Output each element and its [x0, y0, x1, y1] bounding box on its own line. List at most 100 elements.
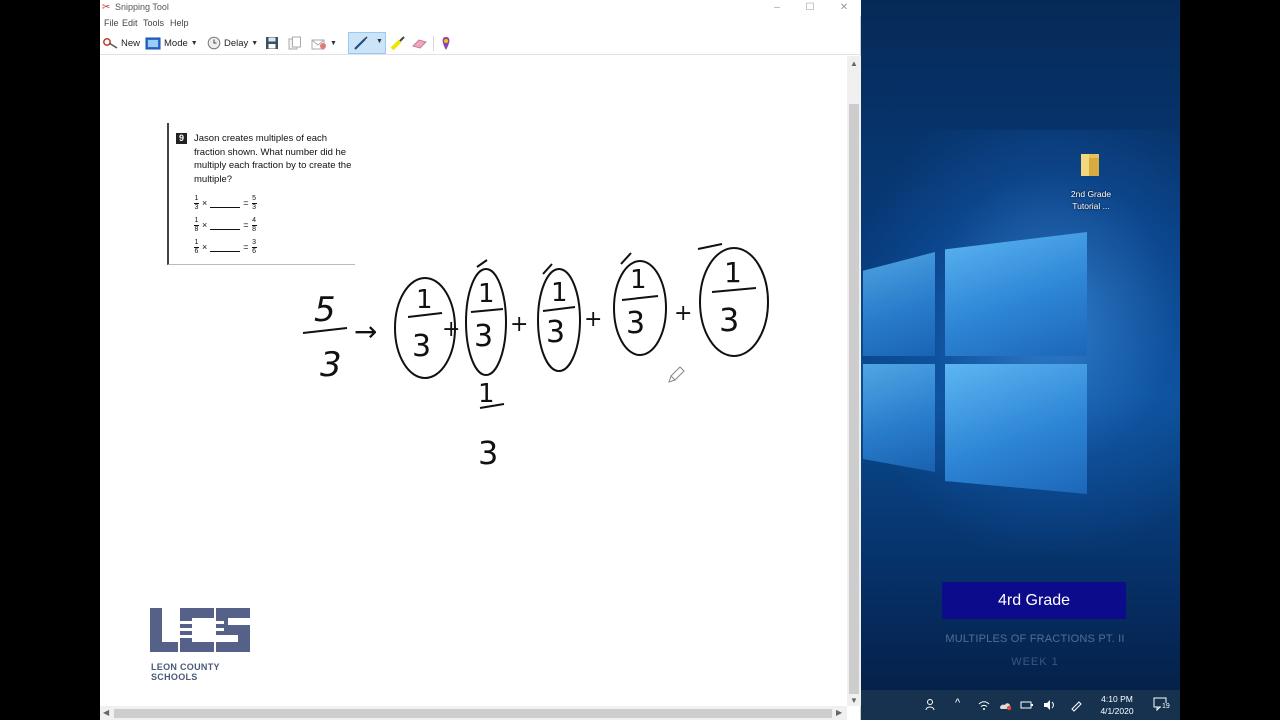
hw-one: 1: [416, 285, 433, 315]
highlighter-icon: [390, 35, 405, 50]
clock-date: 4/1/2020: [1100, 706, 1134, 716]
hw-result-num: 5: [314, 290, 336, 330]
vertical-scrollbar[interactable]: ▲ ▼: [847, 56, 861, 706]
folder-label[interactable]: 2nd Grade Tutorial ...: [1056, 188, 1126, 212]
mode-icon: [145, 37, 161, 49]
windows-logo-pane: [945, 232, 1087, 356]
hw-unit-num: 1: [478, 379, 495, 409]
mode-button[interactable]: Mode ▼: [145, 34, 198, 52]
new-label: New: [121, 37, 141, 49]
delay-dropdown-icon[interactable]: ▼: [251, 40, 258, 47]
windows-logo-pane: [863, 364, 935, 472]
battery-icon[interactable]: [1020, 698, 1034, 712]
screen: ✂ Snipping Tool – ☐ ✕ File Edit Tools He…: [0, 0, 1280, 720]
taskbar: ^ 4:10 PM 4/1/2020 19: [861, 690, 1180, 720]
folder-icon[interactable]: [1079, 152, 1101, 178]
hw-three: 3: [719, 301, 739, 339]
copy-button[interactable]: [288, 34, 302, 52]
windows-logo-pane: [945, 364, 1087, 494]
desktop: 2nd Grade Tutorial ... 4rd Grade MULTIPL…: [861, 0, 1180, 720]
scroll-up-icon[interactable]: ▲: [850, 59, 858, 68]
hw-three: 3: [474, 319, 493, 354]
hw-plus: +: [584, 307, 602, 332]
hw-plus: +: [510, 312, 528, 337]
lcs-logo-mark: [150, 608, 250, 652]
title-bar[interactable]: ✂ Snipping Tool – ☐ ✕: [100, 0, 861, 16]
copy-icon: [288, 36, 301, 50]
save-button[interactable]: [265, 34, 279, 52]
lesson-week: WEEK 1: [1011, 656, 1059, 668]
menu-bar: File Edit Tools Help: [100, 17, 861, 30]
menu-edit[interactable]: Edit: [122, 18, 138, 28]
menu-file[interactable]: File: [104, 18, 119, 28]
onedrive-icon[interactable]: [998, 698, 1012, 712]
hw-one: 1: [630, 265, 647, 295]
taskbar-clock[interactable]: 4:10 PM 4/1/2020: [1093, 693, 1141, 717]
send-dropdown-icon[interactable]: ▼: [330, 40, 337, 47]
wifi-icon[interactable]: [977, 698, 991, 712]
close-button[interactable]: ✕: [835, 1, 853, 14]
hw-bar: [621, 295, 659, 301]
lesson-subtitle: MULTIPLES OF FRACTIONS PT. II: [945, 633, 1125, 645]
scroll-down-icon[interactable]: ▼: [850, 696, 858, 705]
hw-one: 1: [724, 256, 742, 289]
scroll-left-icon[interactable]: ◀: [103, 708, 109, 717]
eraser-icon: [412, 38, 427, 49]
vertical-scroll-thumb[interactable]: [849, 104, 859, 694]
delay-label: Delay: [224, 37, 249, 49]
hw-three: 3: [626, 306, 645, 341]
hw-unit-den: 3: [478, 434, 498, 472]
highlighter-button[interactable]: [390, 34, 406, 52]
menu-tools[interactable]: Tools: [143, 18, 164, 28]
clock-icon: [207, 36, 221, 50]
snip-canvas[interactable]: 9 Jason creates multiples of each fracti…: [100, 56, 847, 706]
hw-one: 1: [551, 278, 568, 308]
pen-cursor-icon: [668, 366, 685, 383]
people-icon[interactable]: [924, 698, 938, 712]
pen-dropdown-icon[interactable]: ▼: [376, 38, 383, 45]
hw-bar: [470, 308, 504, 313]
toolbar: New Mode ▼ Delay ▼ ▼ ▼: [100, 31, 861, 55]
notification-count: 19: [1161, 703, 1171, 710]
hw-plus: +: [674, 301, 692, 326]
lcs-logo-caption: LEON COUNTY SCHOOLS: [151, 662, 220, 682]
save-icon: [266, 37, 278, 49]
maximize-button[interactable]: ☐: [801, 1, 819, 14]
pen-icon: [354, 36, 368, 50]
scissors-icon: ✂: [102, 2, 111, 13]
hw-result-den: 3: [320, 345, 342, 385]
hw-three: 3: [546, 315, 565, 350]
minimize-button[interactable]: –: [768, 1, 786, 14]
pen-tool-button[interactable]: ▼: [348, 32, 386, 54]
send-icon: [311, 39, 326, 50]
scroll-right-icon[interactable]: ▶: [836, 708, 842, 717]
notification-center-button[interactable]: 19: [1153, 697, 1171, 712]
hw-mark: [476, 259, 488, 268]
new-snip-icon: [103, 38, 118, 49]
send-snip-button[interactable]: ▼: [311, 34, 337, 52]
window-title: Snipping Tool: [115, 2, 169, 12]
hw-arrow: →: [354, 315, 377, 348]
hw-mark: [620, 252, 632, 265]
horizontal-scrollbar[interactable]: ◀ ▶: [100, 706, 847, 720]
eraser-button[interactable]: [411, 34, 428, 52]
paint3d-button[interactable]: [439, 34, 453, 52]
pen-workspace-icon[interactable]: [1069, 698, 1083, 712]
menu-help[interactable]: Help: [170, 18, 189, 28]
hw-plus: +: [442, 317, 460, 342]
mode-dropdown-icon[interactable]: ▼: [191, 40, 198, 47]
volume-icon[interactable]: [1042, 698, 1056, 712]
mode-label: Mode: [164, 37, 188, 49]
delay-button[interactable]: Delay ▼: [207, 34, 258, 52]
horizontal-scroll-thumb[interactable]: [114, 709, 832, 718]
new-button[interactable]: New: [102, 34, 140, 52]
hw-three: 3: [412, 329, 431, 364]
chevron-up-icon[interactable]: ^: [955, 697, 960, 709]
paint3d-icon: [442, 36, 450, 50]
hw-one: 1: [478, 279, 495, 309]
grade-title: 4rd Grade: [942, 582, 1126, 619]
toolbar-divider: [433, 36, 434, 51]
snipping-tool-window: ✂ Snipping Tool – ☐ ✕ File Edit Tools He…: [100, 0, 861, 720]
clock-time: 4:10 PM: [1101, 694, 1133, 704]
hw-mark: [697, 243, 723, 250]
